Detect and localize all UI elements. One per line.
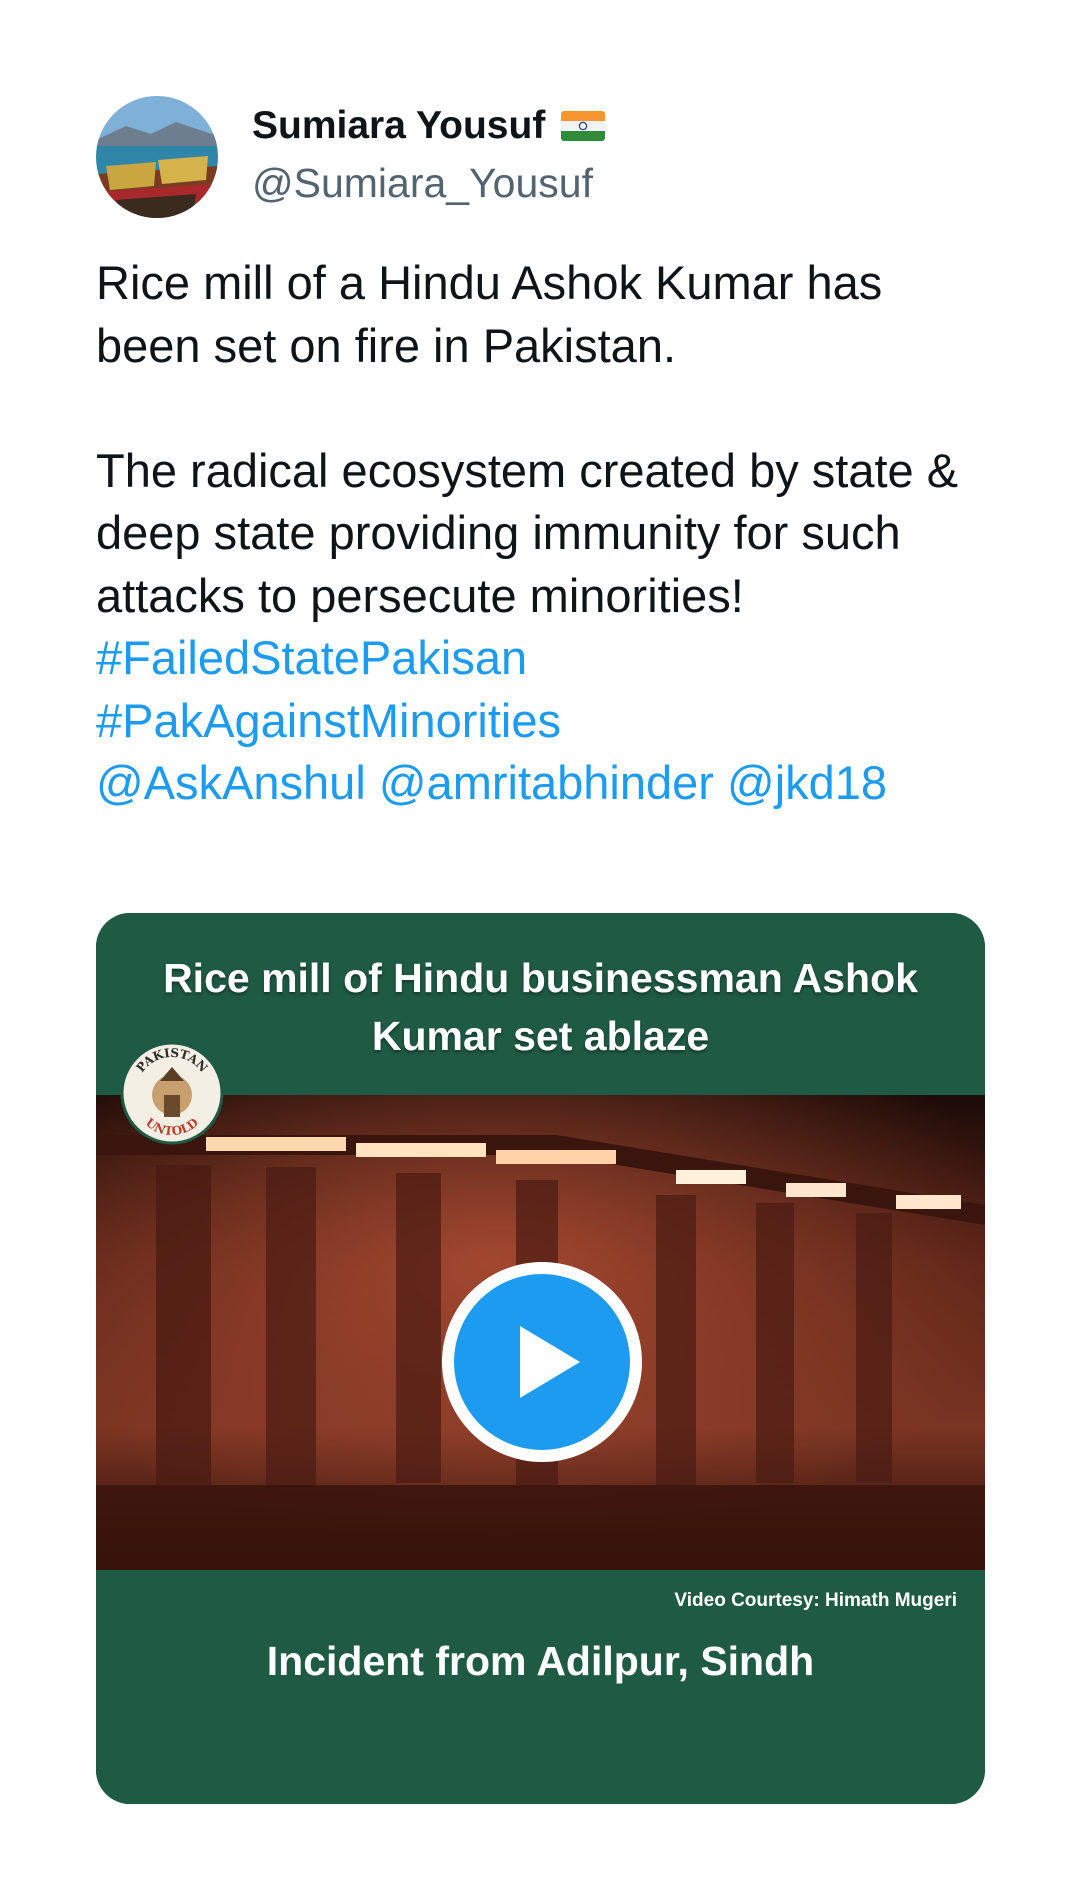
tweet-card: Sumiara Yousuf @Sumiara_Yousuf Rice mill… — [0, 0, 1080, 1896]
display-name[interactable]: Sumiara Yousuf — [252, 104, 545, 148]
video-courtesy: Video Courtesy: Himath Mugeri — [674, 1590, 957, 1611]
play-button-circle — [454, 1274, 630, 1450]
tweet-paragraph: Rice mill of a Hindu Ashok Kumar has bee… — [96, 256, 883, 372]
author-name-row: Sumiara Yousuf — [252, 104, 606, 148]
hashtag-line: #PakAgainstMinorities — [96, 690, 996, 753]
mention-link[interactable]: @jkd18 — [727, 756, 887, 809]
user-handle[interactable]: @Sumiara_Yousuf — [252, 160, 593, 207]
hashtag-link[interactable]: #FailedStatePakisan — [96, 631, 527, 684]
play-icon — [520, 1326, 580, 1398]
video-headline-banner: Rice mill of Hindu businessman Ashok Kum… — [96, 913, 985, 1095]
avatar[interactable] — [96, 96, 218, 218]
tweet-paragraph: The radical ecosystem created by state &… — [96, 443, 959, 622]
india-flag-icon — [561, 111, 606, 141]
avatar-image — [96, 96, 218, 218]
mention-link[interactable]: @AskAnshul — [96, 756, 366, 809]
video-headline: Rice mill of Hindu businessman Ashok Kum… — [163, 955, 918, 1059]
pakistan-untold-logo: PAKISTAN UNTOLD — [120, 1041, 224, 1145]
video-media[interactable]: Rice mill of Hindu businessman Ashok Kum… — [96, 913, 985, 1804]
mention-link[interactable]: @amritabhinder — [379, 756, 714, 809]
video-caption-banner: Video Courtesy: Himath Mugeri Incident f… — [96, 1570, 985, 1804]
hashtag-link[interactable]: #PakAgainstMinorities — [96, 694, 561, 747]
hashtag-line: #FailedStatePakisan — [96, 627, 996, 690]
mentions-line: @AskAnshul @amritabhinder @jkd18 — [96, 752, 996, 815]
play-button[interactable] — [442, 1262, 642, 1462]
tweet-text: Rice mill of a Hindu Ashok Kumar has bee… — [96, 252, 996, 815]
video-caption: Incident from Adilpur, Sindh — [266, 1638, 815, 1684]
